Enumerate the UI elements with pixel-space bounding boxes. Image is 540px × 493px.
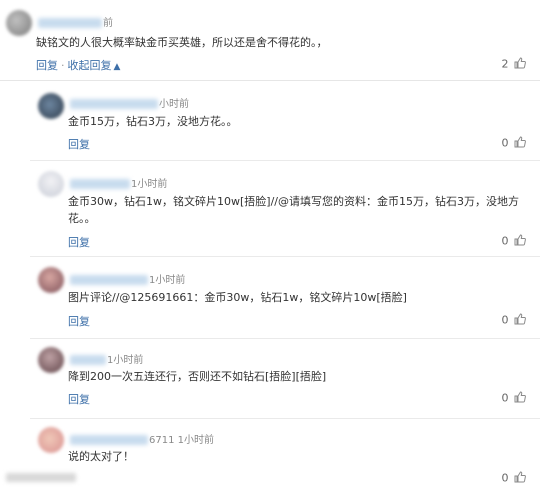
like-button[interactable]: 0: [502, 313, 527, 328]
reply-actions: 回复: [68, 136, 90, 152]
comment-time: 前: [103, 18, 113, 29]
like-count: 0: [501, 313, 509, 327]
avatar[interactable]: [38, 347, 64, 373]
thumb-up-icon: [514, 391, 526, 406]
like-button[interactable]: 0: [502, 391, 527, 406]
reply-button[interactable]: 回复: [68, 138, 90, 151]
avatar[interactable]: [38, 93, 64, 119]
reply-text: 说的太对了！: [68, 450, 134, 463]
thumb-up-icon: [514, 313, 526, 328]
reply-name-suffix[interactable]: 6711: [149, 435, 174, 446]
blurred-username[interactable]: [70, 275, 148, 285]
reply-text: 金币15万，钻石3万，没地方花。。: [68, 115, 238, 128]
reply-item: 1小时前 金币30w，钻石1w，铭文碎片10w[捂脸]//@请填写您的资料：金币…: [30, 160, 540, 257]
reply-item: 1小时前 图片评论//@125691661：金币30w，钻石1w，铭文碎片10w…: [30, 256, 540, 339]
reply-button[interactable]: 回复: [36, 59, 58, 72]
reply-text: 降到200一次五连还行，否则还不如钻石[捂脸][捂脸]: [68, 370, 327, 383]
collapse-label: 收起回复: [67, 59, 112, 72]
comment-meta: 前: [38, 14, 113, 29]
chevron-up-icon: ▲: [113, 62, 121, 72]
like-button[interactable]: 0: [502, 234, 527, 249]
blurred-username[interactable]: [38, 18, 102, 28]
reply-actions: 回复: [68, 391, 90, 407]
reply-text-line-1: 金币30w，钻石1w，铭文碎片10w[捂脸]//@请填写您的资料：金币15万，钻…: [68, 195, 519, 208]
reply-meta: 1小时前: [70, 351, 143, 366]
avatar[interactable]: [6, 10, 32, 36]
avatar[interactable]: [38, 427, 64, 453]
thumb-up-icon: [514, 57, 526, 72]
blurred-username[interactable]: [70, 355, 106, 365]
collapse-replies-button[interactable]: 收起回复 ▲: [68, 59, 121, 72]
reply-time: 1小时前: [107, 355, 144, 366]
reply-item: 1小时前 降到200一次五连还行，否则还不如钻石[捂脸][捂脸] 回复 0: [30, 338, 540, 419]
like-count: 0: [501, 471, 509, 485]
watermark-logo: [6, 473, 76, 485]
like-button[interactable]: 0: [502, 471, 527, 486]
reply-button[interactable]: 回复: [68, 393, 90, 406]
comment-actions: 回复 · 收起回复 ▲: [36, 57, 120, 73]
reply-meta: 小时前: [70, 95, 189, 110]
reply-time: 小时前: [159, 99, 189, 110]
blurred-username[interactable]: [70, 179, 130, 189]
like-count: 0: [501, 136, 509, 150]
reply-button[interactable]: 回复: [68, 236, 90, 249]
reply-time: 1小时前: [149, 275, 186, 286]
avatar[interactable]: [38, 267, 64, 293]
reply-time: 1小时前: [177, 435, 215, 446]
blurred-username[interactable]: [70, 435, 148, 445]
like-count: 0: [501, 391, 509, 405]
like-button[interactable]: 0: [502, 136, 527, 151]
reply-actions: 回复: [68, 234, 90, 250]
thumb-up-icon: [514, 136, 526, 151]
reply-time: 1小时前: [131, 179, 168, 190]
reply-text-line-2: 花。。: [68, 212, 96, 225]
blurred-username[interactable]: [70, 99, 158, 109]
separator: ·: [61, 59, 65, 72]
reply-item: 6711 1小时前 说的太对了！ 0: [30, 418, 540, 492]
like-count: 0: [501, 234, 509, 248]
comment-text: 缺铭文的人很大概率缺金币买英雄，所以还是舍不得花的。，: [36, 36, 328, 49]
like-button[interactable]: 2: [502, 57, 527, 72]
thumb-up-icon: [514, 471, 526, 486]
reply-meta: 1小时前: [70, 175, 167, 190]
reply-meta: 6711 1小时前: [70, 431, 214, 446]
reply-button[interactable]: 回复: [68, 315, 90, 328]
reply-meta: 1小时前: [70, 271, 185, 286]
reply-item: 小时前 金币15万，钻石3万，没地方花。。 回复 0: [30, 80, 540, 161]
thumb-up-icon: [514, 234, 526, 249]
like-count: 2: [501, 57, 509, 71]
avatar[interactable]: [38, 171, 64, 197]
top-comment: 前 缺铭文的人很大概率缺金币买英雄，所以还是舍不得花的。， 回复 · 收起回复 ▲ 2: [0, 0, 540, 81]
reply-text: 图片评论//@125691661：金币30w，钻石1w，铭文碎片10w[捂脸]: [68, 291, 407, 304]
reply-actions: 回复: [68, 313, 90, 329]
